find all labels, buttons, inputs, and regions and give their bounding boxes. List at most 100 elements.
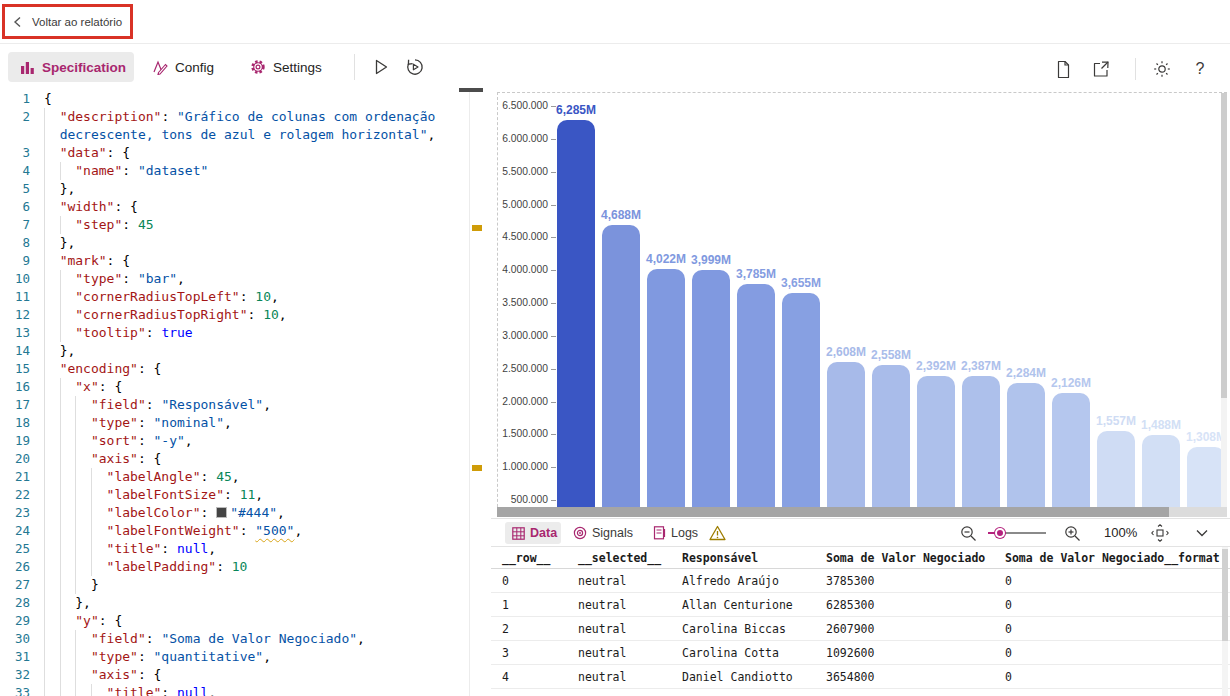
data-table: __row__ __selected__ Responsável Soma de Va… (491, 547, 1230, 696)
code-line[interactable]: 16"x": { (0, 378, 468, 396)
zoom-out-button[interactable] (957, 522, 979, 544)
code-line[interactable]: 4"name": "dataset" (0, 162, 468, 180)
column-header[interactable]: __selected__ (578, 547, 661, 568)
table-row[interactable]: 3neutralCarolina Cotta10926000 (491, 641, 1230, 665)
help-button[interactable]: ? (1187, 56, 1213, 82)
code-line[interactable]: 21"labelAngle": 45, (0, 468, 468, 486)
tab-logs[interactable]: Logs (653, 522, 711, 544)
bar[interactable] (1142, 435, 1180, 517)
preview-h-scrollbar[interactable] (497, 507, 1227, 517)
bar[interactable] (917, 376, 955, 517)
code-line[interactable]: 31"type": "quantitative", (0, 648, 468, 666)
line-number: 2 (0, 108, 30, 126)
code-line[interactable]: 17"field": "Responsável", (0, 396, 468, 414)
code-line[interactable]: 18"type": "nominal", (0, 414, 468, 432)
tab-config[interactable]: Config (148, 52, 230, 82)
collapse-panel-button[interactable] (1191, 522, 1213, 544)
bar-label: 1,308M (1174, 430, 1227, 444)
table-row[interactable]: 0neutralAlfredo Araújo37853000 (491, 569, 1230, 593)
code-line[interactable]: 29"y": { (0, 612, 468, 630)
column-header[interactable]: Soma de Valor Negociado (826, 547, 985, 568)
code-line[interactable]: 6"width": { (0, 198, 468, 216)
code-line[interactable]: 26"labelPadding": 10 (0, 558, 468, 576)
tab-label: Logs (671, 526, 698, 540)
code-line[interactable]: 15"encoding": { (0, 360, 468, 378)
table-scrollbar-thumb[interactable] (1222, 549, 1228, 641)
code-line[interactable]: 19"sort": "-y", (0, 432, 468, 450)
code-line[interactable]: 25"title": null, (0, 540, 468, 558)
auto-apply-button[interactable] (402, 54, 428, 80)
table-row[interactable]: 1neutralAllan Centurione62853000 (491, 593, 1230, 617)
run-button[interactable] (368, 54, 394, 80)
bar[interactable] (1097, 431, 1135, 517)
v-scrollbar-thumb[interactable] (1221, 93, 1227, 398)
fit-to-view-button[interactable] (1149, 522, 1171, 544)
table-row[interactable]: 4neutralDaniel Candiotto36548000 (491, 665, 1230, 689)
code-line[interactable]: 20"axis": { (0, 450, 468, 468)
h-scrollbar-thumb[interactable] (497, 507, 1169, 517)
y-axis-tick (551, 270, 556, 271)
bar[interactable] (602, 225, 640, 517)
editor-scrollbar[interactable] (469, 88, 470, 696)
code-line[interactable]: 24"labelFontWeight": "500", (0, 522, 468, 540)
code-line[interactable]: 23"labelColor": "#444", (0, 504, 468, 522)
tab-specification[interactable]: Specification (8, 52, 134, 82)
code-line[interactable]: 1{ (0, 90, 468, 108)
bar[interactable] (737, 284, 775, 517)
color-swatch[interactable] (216, 507, 227, 518)
editor-scrollbar-thumb[interactable] (459, 88, 483, 92)
bar[interactable] (692, 270, 730, 517)
code-line[interactable]: 30"field": "Soma de Valor Negociado", (0, 630, 468, 648)
code-line[interactable]: 13"tooltip": true (0, 324, 468, 342)
code-line[interactable]: 33"title": null, (0, 684, 468, 696)
help-icon: ? (1196, 60, 1205, 78)
table-row[interactable]: 2neutralCarolina Biccas26079000 (491, 617, 1230, 641)
bar-chart-icon (20, 60, 35, 75)
bar[interactable] (962, 376, 1000, 517)
tab-settings[interactable]: Settings (246, 52, 338, 82)
column-header[interactable]: __row__ (502, 547, 550, 568)
line-number: 10 (0, 270, 30, 288)
code-line[interactable]: 11"cornerRadiusTopLeft": 10, (0, 288, 468, 306)
warning-icon (709, 525, 726, 541)
tab-data[interactable]: Data (505, 522, 561, 544)
table-cell: 2607900 (826, 617, 874, 640)
tab-signals[interactable]: Signals (573, 522, 645, 544)
code-line[interactable]: decrescente, tons de azul e rolagem hori… (0, 126, 468, 144)
code-line[interactable]: 10"type": "bar", (0, 270, 468, 288)
code-line[interactable]: 7"step": 45 (0, 216, 468, 234)
bar[interactable] (1052, 393, 1090, 517)
code-line[interactable]: 22"labelFontSize": 11, (0, 486, 468, 504)
theme-toggle-button[interactable] (1149, 56, 1175, 82)
zoom-in-button[interactable] (1061, 522, 1083, 544)
code-line[interactable]: 5}, (0, 180, 468, 198)
code-editor[interactable]: 1{2"description": "Gráfico de colunas co… (0, 90, 468, 696)
preview-v-scrollbar[interactable] (1221, 93, 1227, 507)
zoom-slider-knob[interactable] (995, 528, 1005, 538)
bar[interactable] (1007, 383, 1045, 517)
bar[interactable] (872, 365, 910, 517)
code-line[interactable]: 9"mark": { (0, 252, 468, 270)
y-axis-label: 3.500.000 (500, 297, 548, 308)
line-number: 18 (0, 414, 30, 432)
bar[interactable] (782, 293, 820, 517)
back-button[interactable]: Voltar ao relatório (2, 4, 133, 39)
table-scrollbar[interactable] (1222, 547, 1228, 696)
column-header[interactable]: Soma de Valor Negociado__format (1005, 547, 1220, 568)
code-line[interactable]: 28}, (0, 594, 468, 612)
code-line[interactable]: 32"axis": { (0, 666, 468, 684)
export-button[interactable] (1088, 56, 1114, 82)
bar[interactable] (647, 269, 685, 517)
code-line[interactable]: 12"cornerRadiusTopRight": 10, (0, 306, 468, 324)
column-header[interactable]: Responsável (682, 547, 758, 568)
code-line[interactable]: 3"data": { (0, 144, 468, 162)
new-specification-button[interactable] (1050, 56, 1076, 82)
pen-icon (152, 59, 168, 75)
bar[interactable] (827, 362, 865, 517)
code-line[interactable]: 27} (0, 576, 468, 594)
code-line[interactable]: 8}, (0, 234, 468, 252)
code-line[interactable]: 14}, (0, 342, 468, 360)
data-panel: Data Signals Logs 100% (491, 518, 1230, 696)
code-line[interactable]: 2"description": "Gráfico de colunas com … (0, 108, 468, 126)
bar[interactable] (557, 120, 595, 517)
